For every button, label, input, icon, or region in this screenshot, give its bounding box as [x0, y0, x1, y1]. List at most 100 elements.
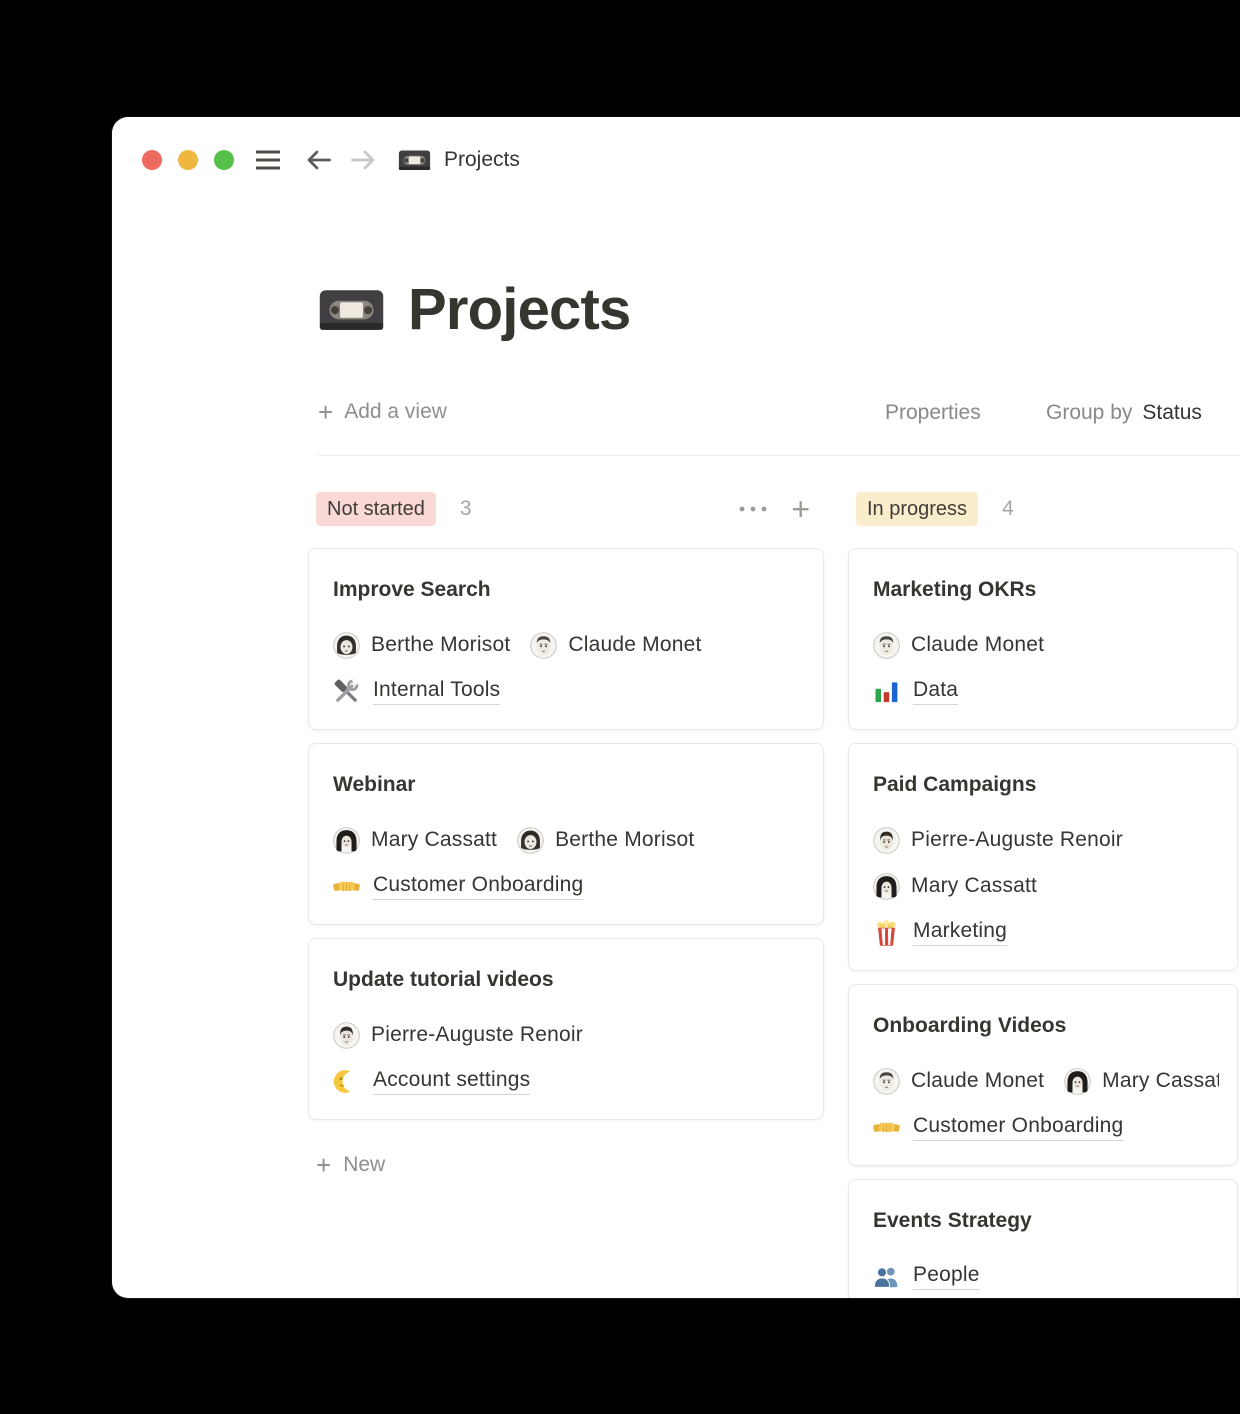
assignees-row: Mary Cassatt Berthe Morisot — [333, 826, 805, 854]
project-tag-link[interactable]: Customer Onboarding — [373, 873, 583, 900]
assignee-name: Mary Cassatt — [1102, 1069, 1219, 1093]
assignee[interactable]: Mary Cassatt — [873, 873, 1037, 900]
group-by-value: Status — [1142, 401, 1202, 424]
assignee-name: Claude Monet — [568, 633, 701, 657]
status-badge-not-started[interactable]: Not started — [316, 492, 436, 526]
assignee-name: Mary Cassatt — [371, 828, 497, 852]
app-window: Projects Projects + Add a view Propertie… — [112, 117, 1240, 1298]
page-header: Projects — [318, 279, 631, 341]
tag-row: Customer Onboarding — [873, 1113, 1219, 1141]
bar-chart-icon — [873, 678, 900, 705]
column-count: 3 — [460, 497, 472, 521]
assignee[interactable]: Berthe Morisot — [517, 827, 694, 854]
back-icon[interactable] — [306, 149, 332, 171]
assignee[interactable]: Claude Monet — [873, 1068, 1044, 1095]
assignee[interactable]: Pierre-Auguste Renoir — [333, 1022, 583, 1049]
popcorn-icon — [873, 919, 900, 946]
tag-row: Account settings — [333, 1067, 805, 1095]
page-title[interactable]: Projects — [408, 279, 631, 341]
assignee-name: Claude Monet — [911, 1069, 1044, 1093]
project-tag-link[interactable]: Account settings — [373, 1068, 530, 1095]
new-card-button[interactable]: + New — [308, 1152, 824, 1178]
card-update-tutorial-videos[interactable]: Update tutorial videos Pierre-Auguste Re… — [308, 938, 824, 1120]
kanban-board: Not started 3 + Improve Search Berthe Mo… — [308, 492, 1240, 1298]
project-tag-link[interactable]: Marketing — [913, 919, 1007, 946]
cassatt-avatar — [333, 827, 360, 854]
tag-row: Marketing — [873, 918, 1219, 946]
card-paid-campaigns[interactable]: Paid Campaigns Pierre-Auguste Renoir Mar… — [848, 743, 1238, 971]
tag-row: Customer Onboarding — [333, 872, 805, 900]
tag-row: People — [873, 1262, 1219, 1290]
plus-icon: + — [316, 1152, 331, 1178]
assignee[interactable]: Mary Cassatt — [333, 827, 497, 854]
assignee[interactable]: Berthe Morisot — [333, 632, 510, 659]
monet-avatar — [530, 632, 557, 659]
assignee-name: Berthe Morisot — [371, 633, 510, 657]
column-count: 4 — [1002, 497, 1014, 521]
assignees-row: Pierre-Auguste Renoir — [873, 826, 1219, 854]
monet-avatar — [873, 1068, 900, 1095]
column-not-started: Not started 3 + Improve Search Berthe Mo… — [308, 492, 824, 1178]
group-by-button[interactable]: Group by Status — [1046, 401, 1202, 425]
project-tag-link[interactable]: Data — [913, 678, 958, 705]
assignee[interactable]: Pierre-Auguste Renoir — [873, 827, 1123, 854]
sidebar-menu-icon[interactable] — [254, 149, 282, 171]
cassatt-avatar — [873, 873, 900, 900]
project-tag-link[interactable]: Customer Onboarding — [913, 1114, 1123, 1141]
card-title: Improve Search — [333, 575, 805, 605]
card-webinar[interactable]: Webinar Mary Cassatt Berthe Morisot Cust… — [308, 743, 824, 925]
assignee-name: Pierre-Auguste Renoir — [371, 1023, 583, 1047]
project-tag-link[interactable]: People — [913, 1263, 980, 1290]
column-actions: + — [737, 494, 810, 524]
tag-row: Data — [873, 677, 1219, 705]
morisot-avatar — [333, 632, 360, 659]
status-badge-in-progress[interactable]: In progress — [856, 492, 978, 526]
people-icon — [873, 1263, 900, 1290]
assignees-row: Claude Monet Mary Cassatt — [873, 1067, 1219, 1095]
assignee[interactable]: Claude Monet — [530, 632, 701, 659]
fullscreen-window-button[interactable] — [214, 150, 234, 170]
assignee-name: Mary Cassatt — [911, 874, 1037, 898]
minimize-window-button[interactable] — [178, 150, 198, 170]
assignee[interactable]: Claude Monet — [873, 632, 1044, 659]
forward-icon — [350, 149, 376, 171]
card-onboarding-videos[interactable]: Onboarding Videos Claude Monet Mary Cass… — [848, 984, 1238, 1166]
properties-button[interactable]: Properties — [885, 401, 981, 425]
morisot-avatar — [517, 827, 544, 854]
assignees-row: Claude Monet — [873, 631, 1219, 659]
close-window-button[interactable] — [142, 150, 162, 170]
assignee-name: Pierre-Auguste Renoir — [911, 828, 1123, 852]
card-title: Update tutorial videos — [333, 965, 805, 995]
handshake-icon — [333, 873, 360, 900]
card-title: Marketing OKRs — [873, 575, 1219, 605]
add-view-button[interactable]: + Add a view — [318, 399, 447, 425]
plus-icon: + — [318, 399, 333, 425]
card-title: Onboarding Videos — [873, 1011, 1219, 1041]
column-add-card-icon[interactable]: + — [791, 494, 810, 524]
card-title: Events Strategy — [873, 1206, 1219, 1236]
column-more-icon[interactable] — [737, 504, 769, 514]
assignees-row: Pierre-Auguste Renoir — [333, 1021, 805, 1049]
vhs-icon[interactable] — [318, 285, 385, 336]
titlebar: Projects — [142, 141, 520, 179]
card-events-strategy[interactable]: Events Strategy People — [848, 1179, 1238, 1298]
titlebar-page-title[interactable]: Projects — [444, 148, 520, 172]
moon-icon — [333, 1068, 360, 1095]
renoir-avatar — [333, 1022, 360, 1049]
group-by-label: Group by — [1046, 401, 1132, 424]
card-improve-search[interactable]: Improve Search Berthe Morisot Claude Mon… — [308, 548, 824, 730]
cassatt-avatar — [1064, 1068, 1091, 1095]
assignee[interactable]: Mary Cassatt — [1064, 1068, 1219, 1095]
hammer-wrench-icon — [333, 678, 360, 705]
monet-avatar — [873, 632, 900, 659]
column-header: In progress 4 — [848, 492, 1238, 526]
column-in-progress: In progress 4 Marketing OKRs Claude Mone… — [848, 492, 1238, 1298]
card-title: Webinar — [333, 770, 805, 800]
handshake-icon — [873, 1114, 900, 1141]
assignee-name: Claude Monet — [911, 633, 1044, 657]
card-marketing-okrs[interactable]: Marketing OKRs Claude Monet Data — [848, 548, 1238, 730]
card-title: Paid Campaigns — [873, 770, 1219, 800]
new-card-label: New — [343, 1153, 385, 1177]
project-tag-link[interactable]: Internal Tools — [373, 678, 500, 705]
column-header: Not started 3 + — [308, 492, 824, 526]
